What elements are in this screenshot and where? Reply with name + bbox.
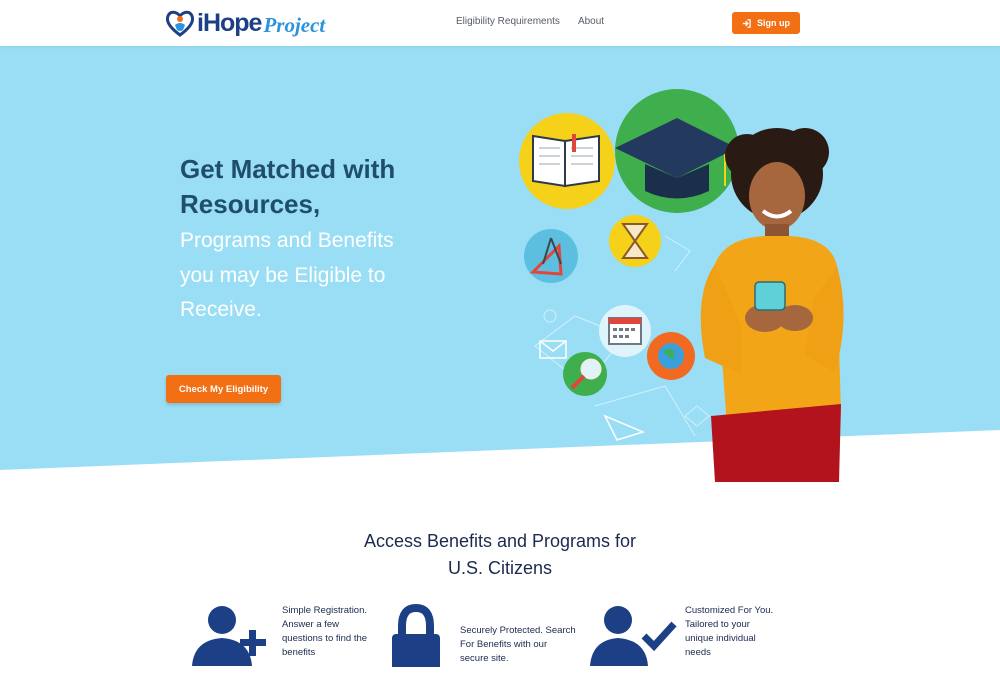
section-title: Access Benefits and Programs for U.S. Ci… (300, 528, 700, 582)
user-check-icon (590, 604, 685, 667)
section-title-line2: U.S. Citizens (447, 558, 553, 578)
logo-main-text: iHope (197, 8, 262, 37)
hero-subtitle-line2: you may be Eligible to (180, 263, 386, 287)
feature-simple-registration: Simple Registration. Answer a few questi… (192, 604, 374, 667)
hero-title: Get Matched with Resources, (180, 152, 480, 222)
book-icon (519, 113, 615, 209)
geometry-tools-icon (524, 229, 578, 283)
hero-title-line1: Get Matched with (180, 154, 396, 184)
nav-eligibility-requirements[interactable]: Eligibility Requirements (456, 16, 560, 27)
feature-text: Securely Protected. Search For Benefits … (460, 625, 576, 664)
feature-text: Simple Registration. Answer a few questi… (282, 605, 368, 658)
globe-icon (647, 332, 695, 380)
logo-sub-text: Project (263, 12, 326, 37)
feature-customized: Customized For You. Tailored to your uni… (590, 604, 777, 667)
heart-logo-icon (165, 10, 195, 37)
hero-subtitle-line3: Receive. (180, 298, 262, 321)
main-nav: Eligibility Requirements About (456, 16, 604, 27)
hourglass-icon (609, 215, 661, 267)
sign-in-icon (742, 18, 751, 28)
lock-icon (390, 604, 460, 667)
hero-illustration (519, 89, 844, 482)
user-plus-icon (192, 604, 282, 667)
site-header: iHope Project Eligibility Requirements A… (0, 0, 1000, 46)
check-eligibility-button[interactable]: Check My Eligibility (166, 375, 281, 403)
hero-title-line2: Resources, (180, 189, 321, 219)
section-title-line1: Access Benefits and Programs for (363, 531, 637, 551)
signup-label: Sign up (757, 18, 790, 28)
graduation-cap-icon (615, 89, 739, 213)
hero-background (0, 46, 1000, 470)
hero-subtitle: Programs and Benefits you may be Eligibl… (180, 224, 480, 328)
magnifier-icon (563, 352, 607, 396)
calendar-icon (599, 305, 651, 357)
signup-button[interactable]: Sign up (732, 12, 800, 34)
feature-securely-protected: Securely Protected. Search For Benefits … (390, 604, 578, 687)
hero-section: Get Matched with Resources, Programs and… (0, 46, 1000, 482)
feature-text: Customized For You. Tailored to your uni… (685, 605, 774, 658)
brand-logo[interactable]: iHope Project (165, 7, 325, 39)
nav-about[interactable]: About (578, 16, 604, 27)
hero-subtitle-line1: Programs and Benefits (180, 229, 394, 252)
